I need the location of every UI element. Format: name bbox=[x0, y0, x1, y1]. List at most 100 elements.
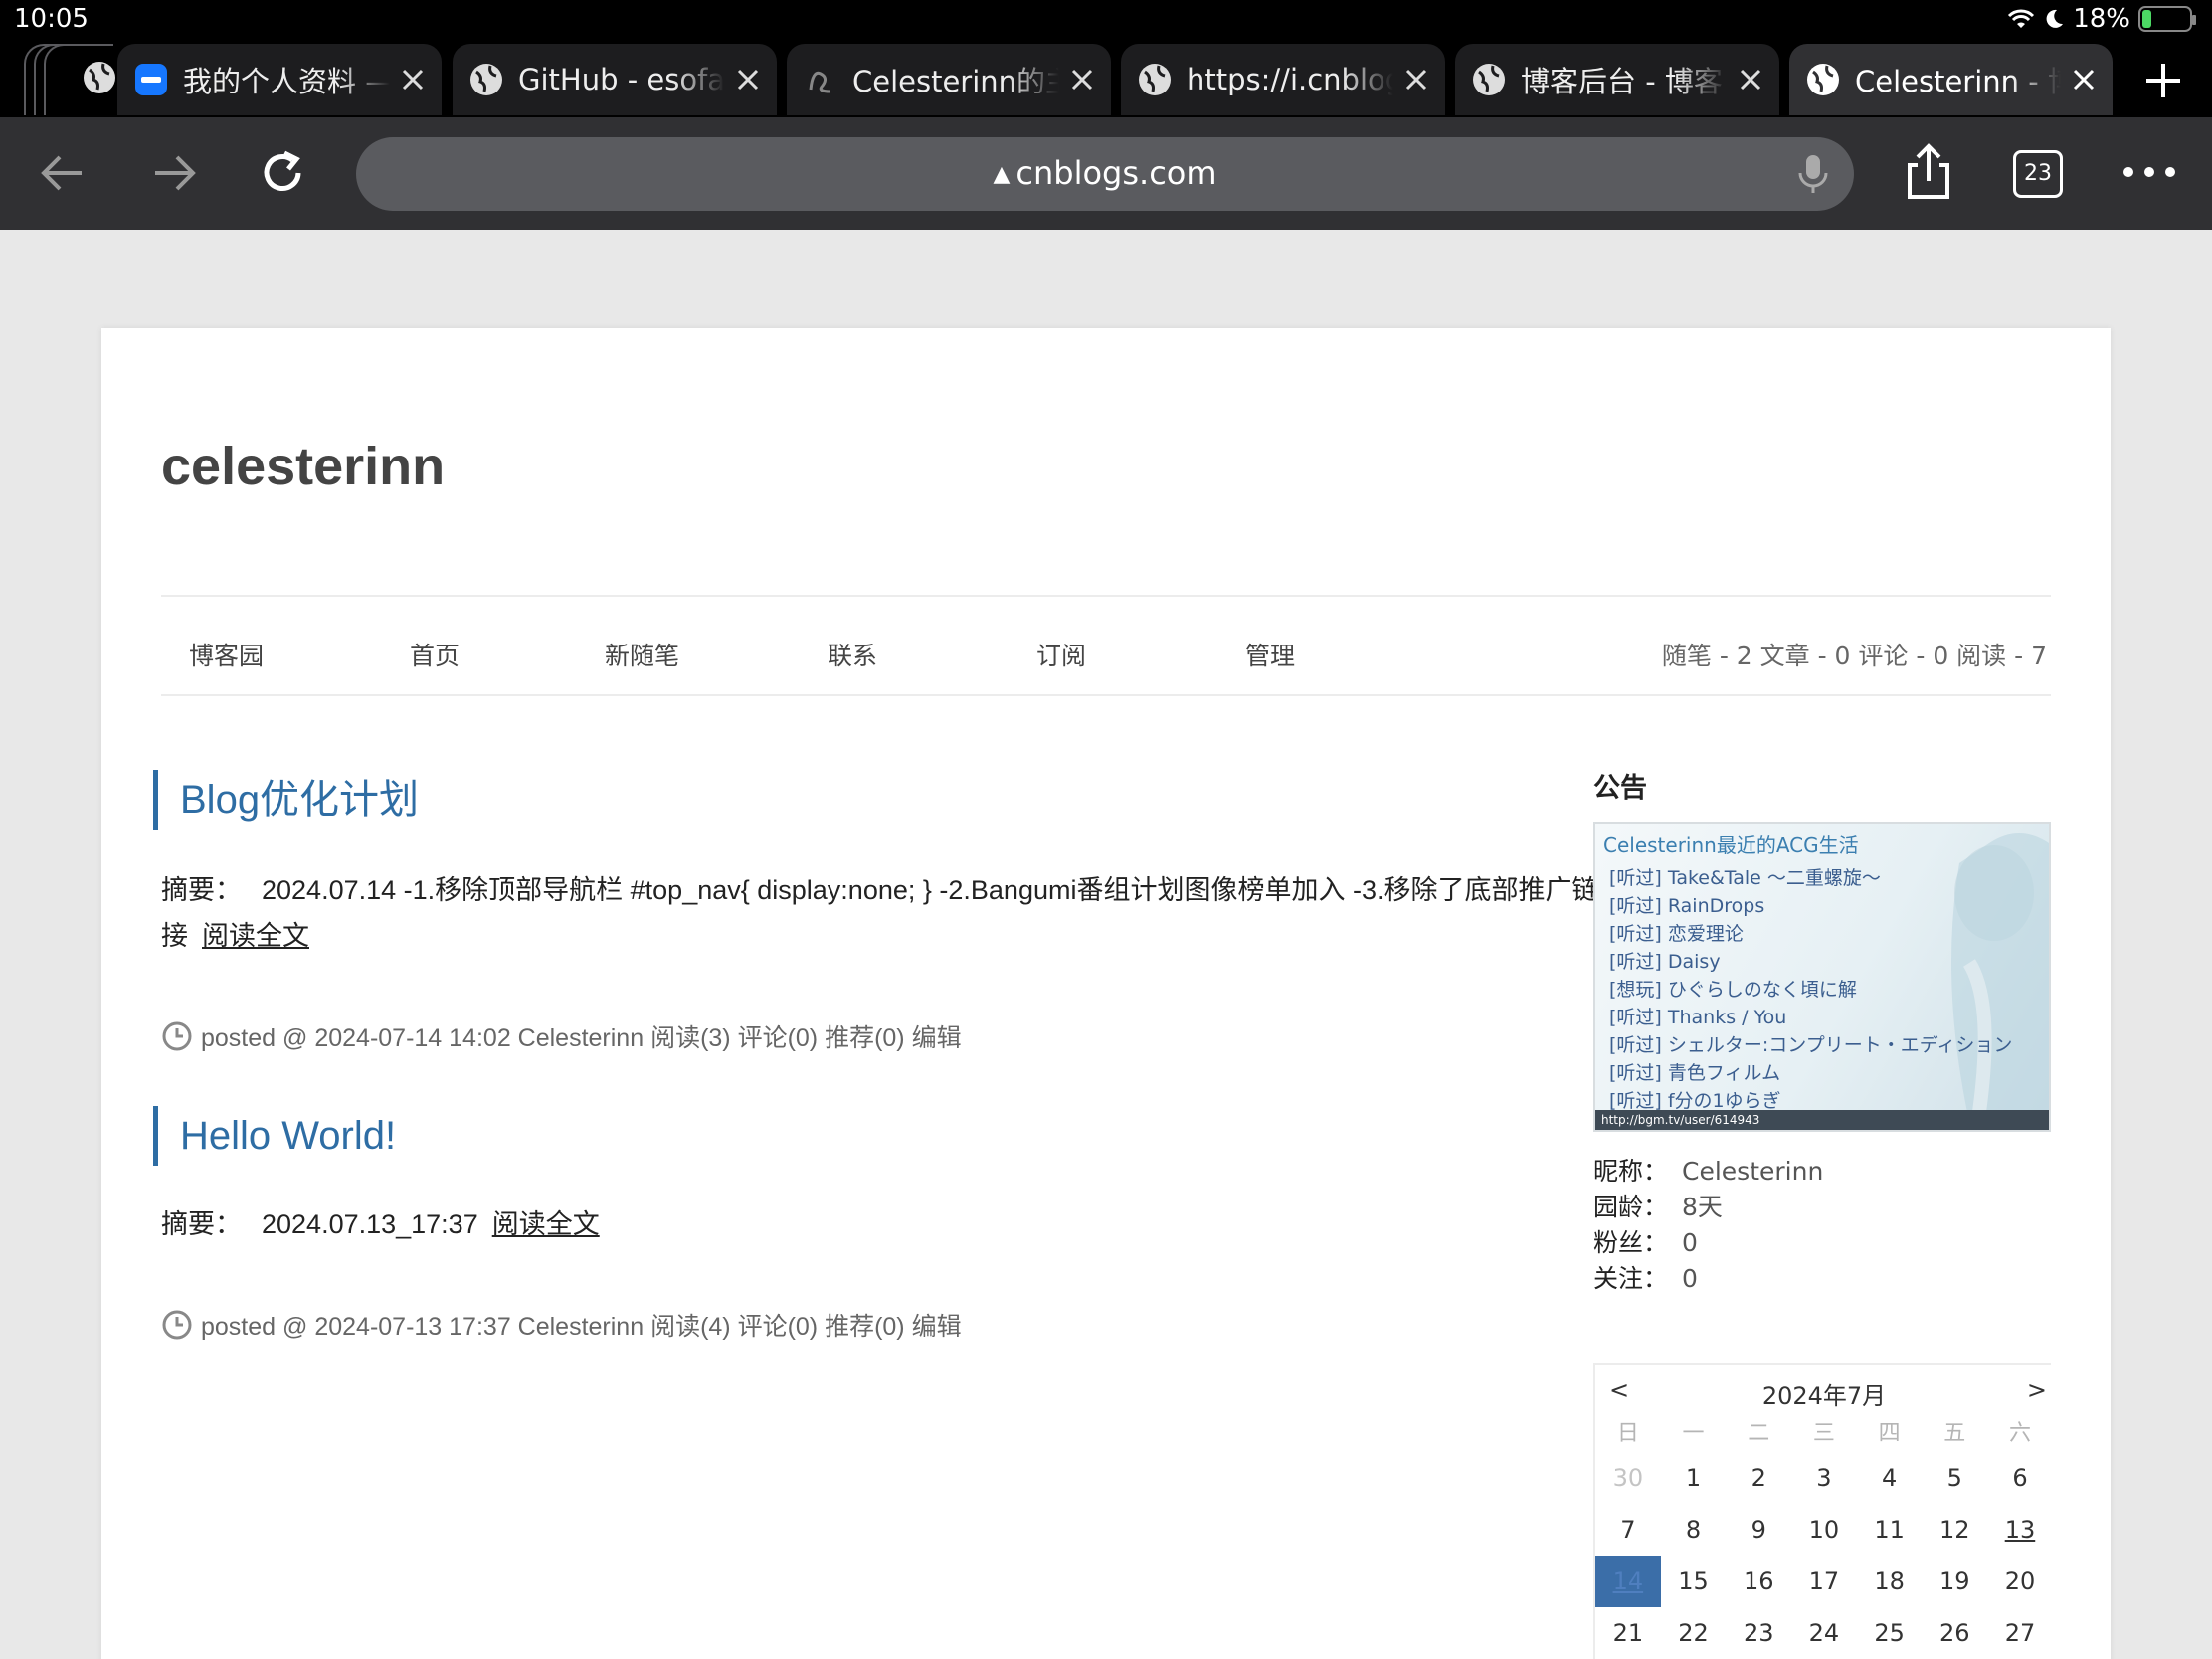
new-tab-icon[interactable] bbox=[2140, 58, 2186, 103]
tab-title: 博客后台 - 博客 bbox=[1521, 65, 1723, 98]
blog-title[interactable]: celesterinn bbox=[161, 436, 445, 497]
status-time: 10:05 bbox=[14, 4, 89, 34]
profile-label: 昵称： bbox=[1593, 1157, 1669, 1186]
calendar-day-today[interactable]: 14 bbox=[1595, 1556, 1661, 1607]
calendar-day: 23 bbox=[1743, 1619, 1774, 1647]
cnblogs-icon bbox=[135, 64, 167, 95]
share-icon[interactable] bbox=[1898, 141, 1959, 203]
post-meta: posted @ 2024-07-13 17:37 Celesterinn 阅读… bbox=[161, 1307, 962, 1343]
clock-icon bbox=[162, 1310, 192, 1340]
calendar-week-row: 7 8 9 10 11 12 13 bbox=[1595, 1504, 2053, 1556]
forward-arrow-icon[interactable] bbox=[145, 145, 201, 201]
globe-icon bbox=[1807, 64, 1839, 95]
blog-container: celesterinn 博客园 首页 新随笔 联系 订阅 管理 随笔 - 2 文… bbox=[101, 328, 2111, 1659]
globe-icon bbox=[84, 62, 115, 93]
calendar-day: 10 bbox=[1808, 1516, 1840, 1544]
read-more-link[interactable]: 阅读全文 bbox=[492, 1209, 600, 1239]
tab-title: GitHub - esofar bbox=[518, 63, 725, 96]
summary-text: 2024.07.14 -1.移除顶部导航栏 #top_nav{ display:… bbox=[161, 875, 1599, 951]
profile-following: 关注： 0 bbox=[1593, 1261, 1823, 1297]
widget-row: [听过] RainDrops bbox=[1609, 895, 1765, 917]
nav-subscribe[interactable]: 订阅 bbox=[1036, 637, 1086, 672]
profile-value[interactable]: 0 bbox=[1682, 1264, 1698, 1293]
calendar-weekday: 一 bbox=[1682, 1421, 1705, 1446]
back-arrow-icon[interactable] bbox=[36, 145, 92, 201]
swirl-icon bbox=[809, 71, 831, 93]
post-meta-text: posted @ 2024-07-13 17:37 Celesterinn 阅读… bbox=[201, 1313, 962, 1341]
reload-icon[interactable] bbox=[255, 145, 310, 201]
url-host: cnblogs.com bbox=[1015, 154, 1217, 192]
calendar-day: 12 bbox=[1939, 1516, 1970, 1544]
browser-tab[interactable]: https://i.cnblog bbox=[1121, 44, 1445, 115]
calendar-day: 24 bbox=[1808, 1619, 1840, 1647]
calendar-weekday: 六 bbox=[2008, 1421, 2031, 1446]
moon-icon bbox=[2046, 9, 2064, 28]
widget-row: [想玩] ひぐらしのなく頃に解 bbox=[1609, 979, 1857, 1001]
anime-figure-illustration bbox=[1951, 833, 2049, 1122]
globe-icon bbox=[1139, 64, 1171, 95]
close-icon[interactable] bbox=[400, 67, 426, 92]
calendar-day: 27 bbox=[2004, 1619, 2036, 1647]
widget-row: [听过] 青色フィルム bbox=[1609, 1062, 1781, 1084]
nav-home[interactable]: 首页 bbox=[410, 637, 460, 672]
summary-label: 摘要： bbox=[161, 1209, 242, 1239]
calendar-day: 22 bbox=[1678, 1619, 1709, 1647]
calendar-day: 1 bbox=[1685, 1464, 1702, 1492]
browser-tab[interactable]: GitHub - esofar bbox=[453, 44, 777, 115]
web-page: celesterinn 博客园 首页 新随笔 联系 订阅 管理 随笔 - 2 文… bbox=[0, 230, 2212, 1659]
read-more-link[interactable]: 阅读全文 bbox=[202, 921, 309, 951]
calendar-day: 15 bbox=[1678, 1567, 1709, 1595]
close-icon[interactable] bbox=[2071, 67, 2097, 92]
calendar-day[interactable]: 13 bbox=[1987, 1504, 2053, 1556]
calendar-day: 30 bbox=[1612, 1464, 1644, 1492]
nav-manage[interactable]: 管理 bbox=[1245, 637, 1295, 672]
browser-tab[interactable]: 博客后台 - 博客 bbox=[1455, 44, 1779, 115]
microphone-icon[interactable] bbox=[1796, 153, 1830, 195]
profile-label: 关注： bbox=[1593, 1264, 1669, 1293]
calendar-next-button[interactable]: > bbox=[2027, 1377, 2047, 1404]
tab-title: Celesterinn的主 bbox=[852, 65, 1059, 98]
wifi-icon bbox=[2008, 9, 2035, 28]
profile-value[interactable]: 0 bbox=[1682, 1228, 1698, 1257]
profile-label: 园龄： bbox=[1593, 1193, 1669, 1221]
bangumi-widget-image[interactable]: Celesterinn最近的ACG生活 [听过] Take&Tale ～二重螺旋… bbox=[1593, 822, 2051, 1132]
close-icon[interactable] bbox=[1738, 67, 1763, 92]
calendar-day: 26 bbox=[1939, 1619, 1970, 1647]
widget-row: [听过] 恋爱理论 bbox=[1609, 923, 1744, 945]
calendar-day: 6 bbox=[2012, 1464, 2028, 1492]
post-title[interactable]: Hello World! bbox=[153, 1106, 396, 1166]
clock-icon bbox=[162, 1021, 192, 1051]
calendar: < 2024年7月 > 日一二三四五六 30 1 2 3 4 5 6 7 8 9 10 11 12 13 14… bbox=[1593, 1363, 2051, 1659]
blog-stats: 随笔 - 2 文章 - 0 评论 - 0 阅读 - 7 bbox=[1661, 642, 2047, 670]
browser-tab-active[interactable]: Celesterinn - 博 bbox=[1789, 44, 2113, 115]
browser-tab[interactable]: Celesterinn的主 bbox=[787, 44, 1111, 115]
widget-row: [听过] Daisy bbox=[1609, 951, 1721, 973]
calendar-day: 21 bbox=[1612, 1619, 1644, 1647]
battery-percent: 18% bbox=[2073, 4, 2130, 34]
widget-footer-url: http://bgm.tv/user/614943 bbox=[1595, 1110, 2049, 1130]
address-bar[interactable]: ▲ cnblogs.com bbox=[356, 137, 1854, 211]
status-right: 18% bbox=[2007, 4, 2196, 34]
calendar-week-row: 14 15 16 17 18 19 20 bbox=[1595, 1556, 2053, 1607]
nav-cnblogs[interactable]: 博客园 bbox=[189, 637, 264, 672]
nav-new-post[interactable]: 新随笔 bbox=[605, 637, 679, 672]
profile-value[interactable]: Celesterinn bbox=[1682, 1157, 1823, 1186]
close-icon[interactable] bbox=[1403, 67, 1429, 92]
calendar-day: 2 bbox=[1751, 1464, 1766, 1492]
post-title[interactable]: Blog优化计划 bbox=[153, 770, 419, 830]
close-icon[interactable] bbox=[735, 67, 761, 92]
tab-count-button[interactable]: 23 bbox=[2013, 150, 2063, 198]
calendar-day: 17 bbox=[1808, 1567, 1840, 1595]
close-icon[interactable] bbox=[1069, 67, 1095, 92]
widget-heading: Celesterinn最近的ACG生活 bbox=[1603, 833, 1859, 857]
profile-value[interactable]: 8天 bbox=[1682, 1193, 1723, 1221]
status-bar: 10:05 18% bbox=[0, 0, 2212, 38]
calendar-weekday: 二 bbox=[1748, 1421, 1770, 1446]
browser-tab[interactable]: 我的个人资料 — bbox=[117, 44, 442, 115]
more-menu-icon[interactable] bbox=[2119, 141, 2180, 203]
profile-label: 粉丝： bbox=[1593, 1228, 1669, 1257]
profile-age: 园龄： 8天 bbox=[1593, 1190, 1823, 1225]
browser-toolbar: ▲ cnblogs.com 23 bbox=[0, 117, 2212, 230]
calendar-day: 7 bbox=[1620, 1516, 1636, 1544]
nav-contact[interactable]: 联系 bbox=[828, 637, 877, 672]
